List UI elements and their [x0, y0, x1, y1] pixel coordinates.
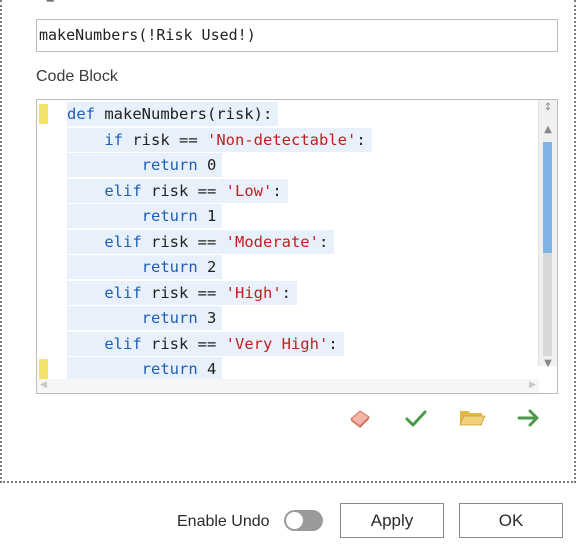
code-text: 4	[197, 360, 217, 378]
horizontal-scrollbar[interactable]: ◀ ▶	[37, 379, 539, 393]
code-text: 1	[197, 207, 217, 225]
code-text: risk ==	[123, 130, 207, 149]
open-folder-icon[interactable]	[458, 404, 486, 432]
code-line[interactable]: return 0	[67, 153, 223, 177]
code-keyword: elif	[67, 283, 142, 302]
code-text: risk ==	[141, 232, 226, 251]
code-keyword: def	[67, 105, 95, 123]
scroll-top-icon[interactable]: ↕	[539, 102, 557, 114]
code-text: 3	[197, 309, 217, 327]
code-text: :	[281, 283, 291, 302]
scroll-left-icon[interactable]: ◀	[40, 380, 47, 390]
ok-button[interactable]: OK	[459, 503, 563, 538]
line-change-marker	[39, 104, 48, 124]
code-keyword: elif	[67, 232, 142, 251]
eraser-icon[interactable]	[346, 404, 374, 432]
scroll-down-icon[interactable]: ▼	[539, 358, 557, 370]
code-line[interactable]: return 1	[67, 204, 223, 228]
enable-undo-toggle[interactable]	[284, 510, 323, 531]
code-string: 'Very High'	[225, 334, 329, 353]
code-keyword: elif	[67, 181, 142, 200]
code-line[interactable]: def makeNumbers(risk):	[67, 102, 279, 126]
code-lines[interactable]: def makeNumbers(risk): if risk == 'Non-d…	[37, 100, 539, 379]
code-text: 0	[197, 156, 217, 174]
arrow-right-icon[interactable]	[515, 404, 543, 432]
scroll-right-icon[interactable]: ▶	[529, 380, 536, 390]
code-string: 'High'	[225, 283, 282, 302]
checkmark-icon[interactable]	[402, 404, 430, 432]
code-keyword: return	[67, 309, 198, 327]
code-text: risk ==	[141, 181, 226, 200]
code-line[interactable]: elif risk == 'High':	[67, 280, 297, 305]
enable-undo-label: Enable Undo	[177, 513, 270, 530]
code-text: :	[272, 181, 282, 200]
code-line[interactable]: return 2	[67, 255, 223, 279]
code-text: :	[328, 334, 338, 353]
scroll-track[interactable]	[543, 253, 552, 356]
vertical-scrollbar[interactable]: ↕ ▲ ▼	[538, 100, 557, 369]
field-calculator-panel: = makeNumbers(!Risk Used!) Code Block de…	[0, 0, 576, 483]
scroll-thumb[interactable]	[543, 142, 552, 253]
code-line[interactable]: elif risk == 'Very High':	[67, 331, 344, 356]
code-line[interactable]: return 3	[67, 306, 223, 330]
apply-button[interactable]: Apply	[340, 503, 444, 538]
code-text: risk ==	[141, 334, 226, 353]
toggle-knob[interactable]	[286, 512, 303, 529]
line-change-marker	[39, 359, 48, 379]
code-keyword: if	[67, 130, 123, 149]
code-text: risk ==	[141, 283, 226, 302]
code-keyword: return	[67, 258, 198, 276]
code-string: 'Moderate'	[225, 232, 319, 251]
expression-input[interactable]: makeNumbers(!Risk Used!)	[36, 19, 558, 52]
scroll-up-icon[interactable]: ▲	[539, 124, 557, 136]
code-keyword: elif	[67, 334, 142, 353]
code-string: 'Low'	[225, 181, 273, 200]
equals-label: =	[46, 0, 55, 8]
code-block-label: Code Block	[36, 68, 118, 85]
code-line[interactable]: elif risk == 'Low':	[67, 178, 288, 203]
code-text: 2	[197, 258, 217, 276]
code-text: :	[318, 232, 329, 251]
code-text: makeNumbers(risk):	[95, 105, 273, 123]
code-line[interactable]: if risk == 'Non-detectable':	[67, 127, 372, 152]
code-keyword: return	[67, 360, 198, 378]
code-string: 'Non-detectable'	[207, 130, 357, 149]
code-block-editor[interactable]: def makeNumbers(risk): if risk == 'Non-d…	[36, 99, 558, 394]
code-line[interactable]: elif risk == 'Moderate':	[67, 229, 335, 254]
code-line[interactable]: return 4	[67, 357, 223, 379]
code-text: :	[356, 130, 366, 149]
code-keyword: return	[67, 207, 198, 225]
code-keyword: return	[67, 156, 198, 174]
